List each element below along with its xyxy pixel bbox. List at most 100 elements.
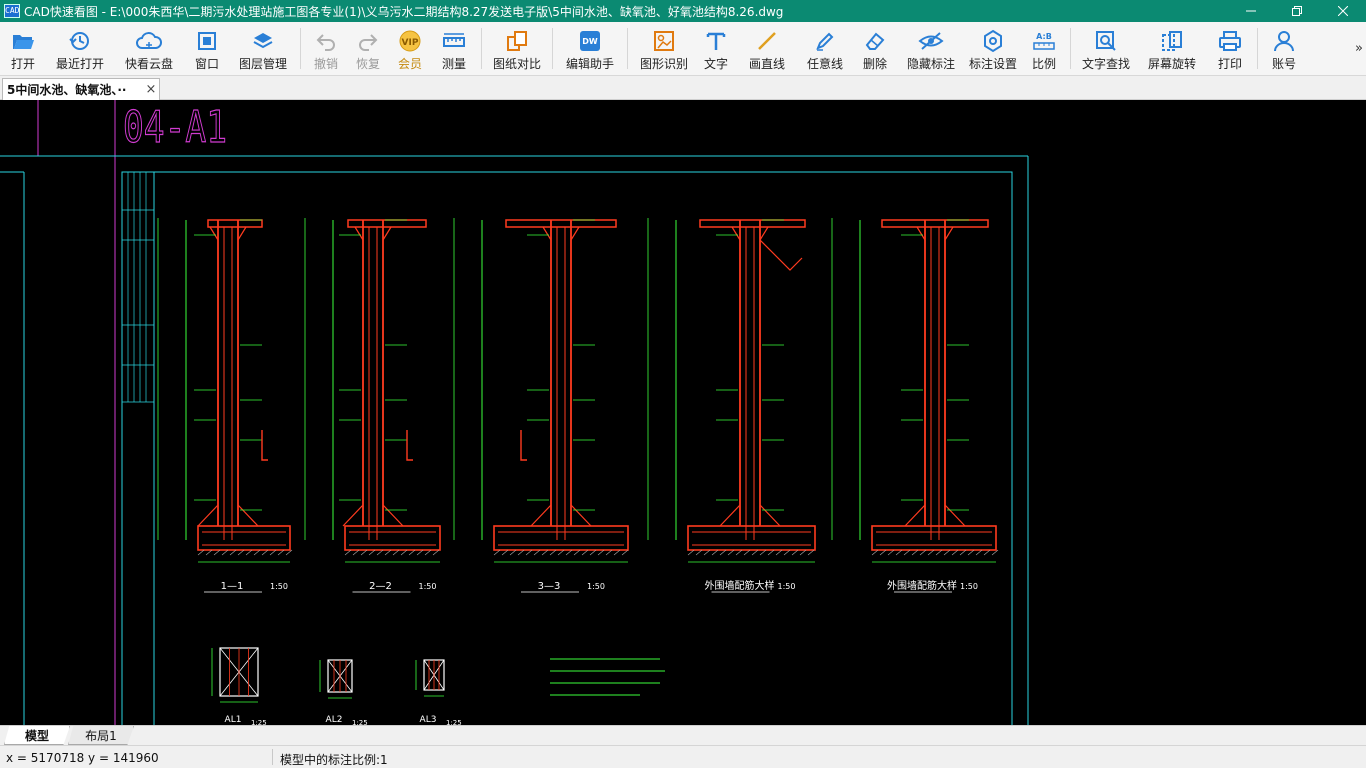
svg-text:VIP: VIP — [402, 38, 419, 48]
layout-tab-bar: 模型 布局1 — [0, 725, 1366, 745]
scale-button[interactable]: A:B 比例 — [1022, 22, 1066, 75]
account-button[interactable]: 账号 — [1262, 22, 1306, 75]
layers-icon — [253, 33, 273, 49]
section-label: 3—3 — [538, 581, 561, 592]
measure-button[interactable]: 测量 — [431, 22, 477, 75]
column-detail: AL2 1:25 — [319, 659, 368, 725]
section-scale: 1:50 — [778, 582, 796, 591]
section-label: 2—2 — [369, 581, 392, 592]
hide-annotation-label: 隐藏标注 — [906, 57, 955, 71]
toolbar-separator — [1070, 28, 1071, 69]
rotate-screen-icon — [1162, 31, 1182, 51]
draw-line-label: 画直线 — [748, 57, 785, 71]
column-detail: AL1 1:25 — [211, 647, 267, 725]
redo-button[interactable]: 恢复 — [347, 22, 389, 75]
svg-text:A:B: A:B — [1036, 32, 1052, 41]
user-icon — [1274, 31, 1294, 52]
toolbar-separator — [627, 28, 628, 69]
line-icon — [758, 32, 776, 50]
cad-viewer-app: CAD CAD快速看图 - E:\000朱西华\二期污水处理站施工图各专业(1)… — [0, 0, 1366, 768]
print-label: 打印 — [1217, 57, 1242, 71]
close-icon — [1338, 6, 1348, 16]
scale-label: 比例 — [1031, 57, 1056, 71]
undo-label: 撤销 — [313, 57, 338, 71]
maximize-button[interactable] — [1274, 0, 1320, 22]
freehand-line-button[interactable]: 任意线 — [798, 22, 852, 75]
edit-assistant-button[interactable]: DW 编辑助手 — [557, 22, 623, 75]
toolbar-more-button[interactable]: » — [1352, 22, 1366, 75]
title-bar: CAD CAD快速看图 - E:\000朱西华\二期污水处理站施工图各专业(1)… — [0, 0, 1366, 22]
text-search-label: 文字查找 — [1081, 57, 1130, 71]
close-button[interactable] — [1320, 0, 1366, 22]
document-tab[interactable]: 5中间水池、缺氧池、·· × — [2, 78, 160, 100]
undo-button[interactable]: 撤销 — [305, 22, 347, 75]
hide-annotation-button[interactable]: 隐藏标注 — [898, 22, 964, 75]
drawing-canvas[interactable]: 04-A1 1—1 1:50 2—2 1:50 3—3 1:50 外围墙配筋大样… — [0, 100, 1366, 725]
draw-line-button[interactable]: 画直线 — [736, 22, 798, 75]
delete-button[interactable]: 删除 — [852, 22, 898, 75]
layer-manager-button[interactable]: 图层管理 — [230, 22, 296, 75]
document-tab-bar: 5中间水池、缺氧池、·· × — [0, 76, 1366, 100]
svg-text:DW: DW — [582, 37, 598, 46]
cloud-icon — [136, 32, 162, 49]
eraser-icon — [865, 32, 885, 50]
column-details: AL1 1:25 AL2 1:25 AL3 1:25 — [211, 647, 462, 725]
close-tab-icon[interactable]: × — [143, 82, 159, 97]
text-search-button[interactable]: 文字查找 — [1075, 22, 1137, 75]
annotation-settings-button[interactable]: 标注设置 — [964, 22, 1022, 75]
print-button[interactable]: 打印 — [1207, 22, 1253, 75]
section-scale: 1:50 — [270, 582, 288, 591]
edit-assistant-icon: DW — [580, 31, 600, 51]
recent-open-button[interactable]: 最近打开 — [46, 22, 114, 75]
model-tab[interactable]: 模型 — [4, 726, 70, 745]
wall-sections: 1—1 1:50 2—2 1:50 3—3 1:50 外围墙配筋大样 1:50 外围墙配筋大样 1… — [157, 218, 999, 593]
layout1-tab[interactable]: 布局1 — [68, 726, 134, 745]
restore-icon — [1292, 6, 1302, 16]
document-tab-label: 5中间水池、缺氧池、·· — [7, 83, 127, 97]
shape-recognize-icon — [654, 31, 674, 51]
eye-hide-icon — [918, 32, 944, 50]
rotate-screen-button[interactable]: 屏幕旋转 — [1137, 22, 1207, 75]
wall-section: 1—1 1:50 — [157, 218, 293, 593]
status-divider — [272, 749, 273, 765]
text-search-icon — [1096, 31, 1116, 51]
minimize-button[interactable] — [1228, 0, 1274, 22]
vip-button[interactable]: VIP 会员 — [389, 22, 431, 75]
open-button[interactable]: 打开 — [0, 22, 46, 75]
window-button[interactable]: 窗口 — [184, 22, 230, 75]
edit-assistant-label: 编辑助手 — [565, 57, 614, 71]
redo-label: 恢复 — [355, 57, 380, 71]
cad-drawing: 04-A1 1—1 1:50 2—2 1:50 3—3 1:50 外围墙配筋大样… — [0, 100, 1029, 725]
section-label: 外围墙配筋大样 — [887, 579, 957, 592]
toolbar-separator — [552, 28, 553, 69]
section-scale: 1:50 — [587, 582, 605, 591]
wall-section: 3—3 1:50 — [453, 218, 629, 593]
annotation-settings-icon — [984, 29, 1002, 53]
shape-recognize-button[interactable]: 图形识别 — [632, 22, 696, 75]
delete-label: 删除 — [862, 57, 887, 71]
redo-icon — [359, 34, 378, 51]
recent-open-label: 最近打开 — [55, 57, 104, 71]
toolbar-separator — [481, 28, 482, 69]
text-label: 文字 — [703, 57, 728, 71]
recent-clock-icon — [69, 32, 89, 50]
ruler-icon — [443, 33, 465, 47]
cursor-coordinates: x = 5170718 y = 141960 — [6, 751, 159, 765]
minimize-icon — [1246, 10, 1256, 12]
column-detail: AL3 1:25 — [415, 659, 462, 725]
layer-manager-label: 图层管理 — [238, 57, 287, 71]
app-logo-icon: CAD — [4, 4, 20, 18]
window-title: CAD快速看图 - E:\000朱西华\二期污水处理站施工图各专业(1)\义乌污… — [24, 4, 784, 19]
notes-block — [550, 658, 665, 696]
text-button[interactable]: 文字 — [696, 22, 736, 75]
open-label: 打开 — [10, 57, 35, 71]
section-scale: 1:50 — [960, 582, 978, 591]
wall-section: 外围墙配筋大样 1:50 — [647, 218, 816, 593]
annotation-settings-label: 标注设置 — [968, 57, 1017, 71]
compare-drawing-button[interactable]: 图纸对比 — [486, 22, 548, 75]
annotation-scale-text: 模型中的标注比例:1 — [280, 753, 388, 767]
cloud-drive-button[interactable]: 快看云盘 — [114, 22, 184, 75]
title-block-grid — [122, 172, 154, 403]
shape-recognize-label: 图形识别 — [639, 57, 688, 71]
window-icon — [198, 32, 216, 50]
